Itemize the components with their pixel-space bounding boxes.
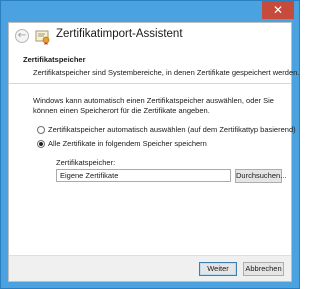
footer-bar: Weiter Abbrechen [9, 255, 291, 281]
store-input[interactable]: Eigene Zertifikate [56, 169, 231, 182]
info-text: Windows kann automatisch einen Zertifika… [33, 96, 274, 115]
radio-manual-store[interactable]: Alle Zertifikate in folgendem Speicher s… [37, 139, 207, 148]
close-icon: ✕ [272, 3, 284, 17]
radio-auto-indicator[interactable] [37, 125, 45, 134]
section-title: Zertifikatspeicher [23, 55, 86, 64]
radio-manual-indicator[interactable] [37, 139, 45, 148]
wizard-page: ← Zertifikatimport-Assistent Zertifikats… [8, 22, 299, 282]
cancel-button[interactable]: Abbrechen [243, 262, 284, 276]
header-divider [9, 83, 291, 84]
window-close-button[interactable]: ✕ [262, 1, 294, 19]
certificate-import-icon [35, 30, 50, 45]
wizard-window: ✕ ← Zertifikatimport-Assistent Zertifika… [0, 0, 300, 289]
next-button[interactable]: Weiter [199, 262, 237, 276]
browse-button[interactable]: Durchsuchen... [235, 169, 286, 183]
arrow-left-icon: ← [17, 30, 27, 41]
radio-auto-label: Zertifikatspeicher automatisch auswählen… [48, 125, 296, 134]
back-button[interactable]: ← [15, 29, 29, 43]
radio-manual-label: Alle Zertifikate in folgendem Speicher s… [48, 139, 207, 148]
section-description: Zertifikatspeicher sind Systembereiche, … [33, 68, 300, 77]
window-titlebar[interactable]: ✕ [1, 1, 299, 22]
radio-auto-select-store[interactable]: Zertifikatspeicher automatisch auswählen… [37, 125, 296, 134]
wizard-title: Zertifikatimport-Assistent [56, 28, 183, 40]
store-label: Zertifikatspeicher: [56, 158, 116, 167]
